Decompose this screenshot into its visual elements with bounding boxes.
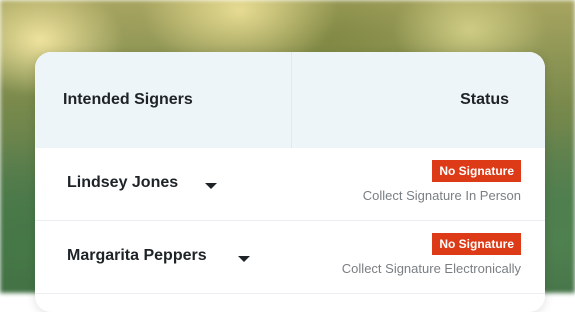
table-header: Intended Signers Status	[35, 52, 545, 148]
signature-method: Collect Signature Electronically	[341, 261, 521, 276]
status-badge: No Signature	[432, 233, 521, 255]
signers-card: Intended Signers Status Lindsey Jones No…	[35, 52, 545, 312]
chevron-down-icon[interactable]	[238, 256, 250, 262]
status-badge: No Signature	[432, 160, 521, 182]
signer-name: Lindsey Jones	[67, 174, 179, 191]
status-header: Status	[460, 91, 509, 108]
signer-row-lindsey: Lindsey Jones No Signature Collect Signa…	[35, 148, 545, 221]
chevron-down-icon[interactable]	[205, 183, 217, 189]
signer-row-margarita: Margarita Peppers No Signature Collect S…	[35, 221, 545, 294]
signature-method: Collect Signature In Person	[362, 188, 521, 203]
intended-signers-header: Intended Signers	[35, 52, 292, 148]
signer-name: Margarita Peppers	[67, 247, 207, 264]
